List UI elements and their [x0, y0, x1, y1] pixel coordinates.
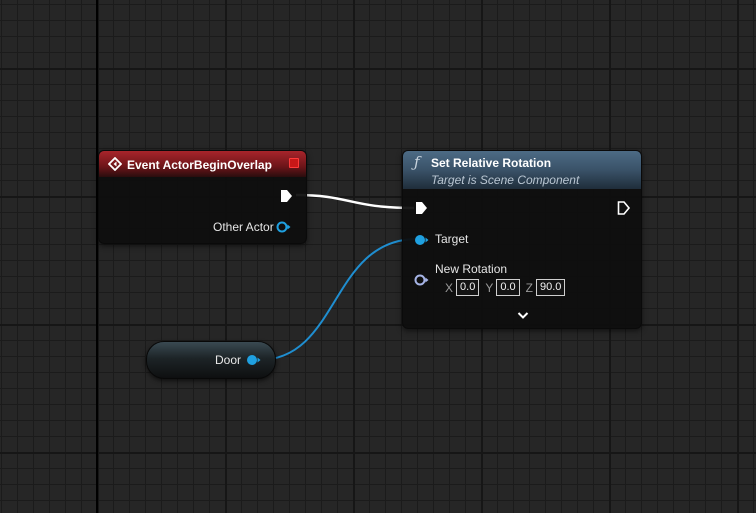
rotation-z-label: Z [525, 280, 533, 295]
wire-layer [258, 193, 418, 361]
event-node-header[interactable]: Event ActorBeginOverlap [99, 151, 306, 177]
delegate-pin-icon[interactable] [289, 158, 299, 168]
exec-output-pin-icon[interactable] [280, 188, 294, 204]
set-relative-rotation-node[interactable]: ƒ Set Relative Rotation Target is Scene … [402, 150, 642, 329]
rotation-x-label: X [445, 280, 454, 295]
door-variable-node[interactable]: Door [146, 341, 276, 379]
other-actor-pin-label: Other Actor [213, 220, 274, 234]
target-pin-label: Target [435, 232, 469, 246]
chevron-down-icon[interactable] [517, 311, 529, 320]
other-actor-pin-icon[interactable] [276, 220, 292, 234]
door-variable-label: Door [215, 353, 242, 367]
event-node-title: Event ActorBeginOverlap [127, 158, 272, 172]
door-output-pin-icon[interactable] [246, 353, 262, 367]
rotation-y-input[interactable]: 0.0 [496, 279, 520, 296]
new-rotation-pin-icon[interactable] [414, 273, 430, 287]
exec-wire[interactable] [295, 193, 415, 210]
rotation-y-label: Y [485, 280, 494, 295]
function-node-header[interactable]: ƒ Set Relative Rotation Target is Scene … [403, 151, 641, 189]
rotation-x-input[interactable]: 0.0 [456, 279, 480, 296]
graph-origin-axis [96, 0, 98, 513]
exec-input-pin-icon[interactable] [415, 200, 429, 216]
function-node-title: Set Relative Rotation [431, 156, 552, 170]
rotation-vector-inputs: X 0.0 Y 0.0 Z 90.0 [445, 279, 571, 296]
exec-output-pin-icon[interactable] [617, 200, 631, 216]
target-pin-icon[interactable] [414, 233, 430, 247]
rotation-z-input[interactable]: 90.0 [535, 279, 566, 296]
event-actor-begin-overlap-node[interactable]: Event ActorBeginOverlap Other Actor [98, 150, 307, 244]
function-f-icon: ƒ [414, 153, 420, 171]
function-node-subtitle: Target is Scene Component [431, 173, 580, 187]
event-diamond-icon [108, 157, 122, 171]
door-target-wire[interactable] [258, 238, 418, 361]
new-rotation-pin-label: New Rotation [435, 262, 508, 276]
